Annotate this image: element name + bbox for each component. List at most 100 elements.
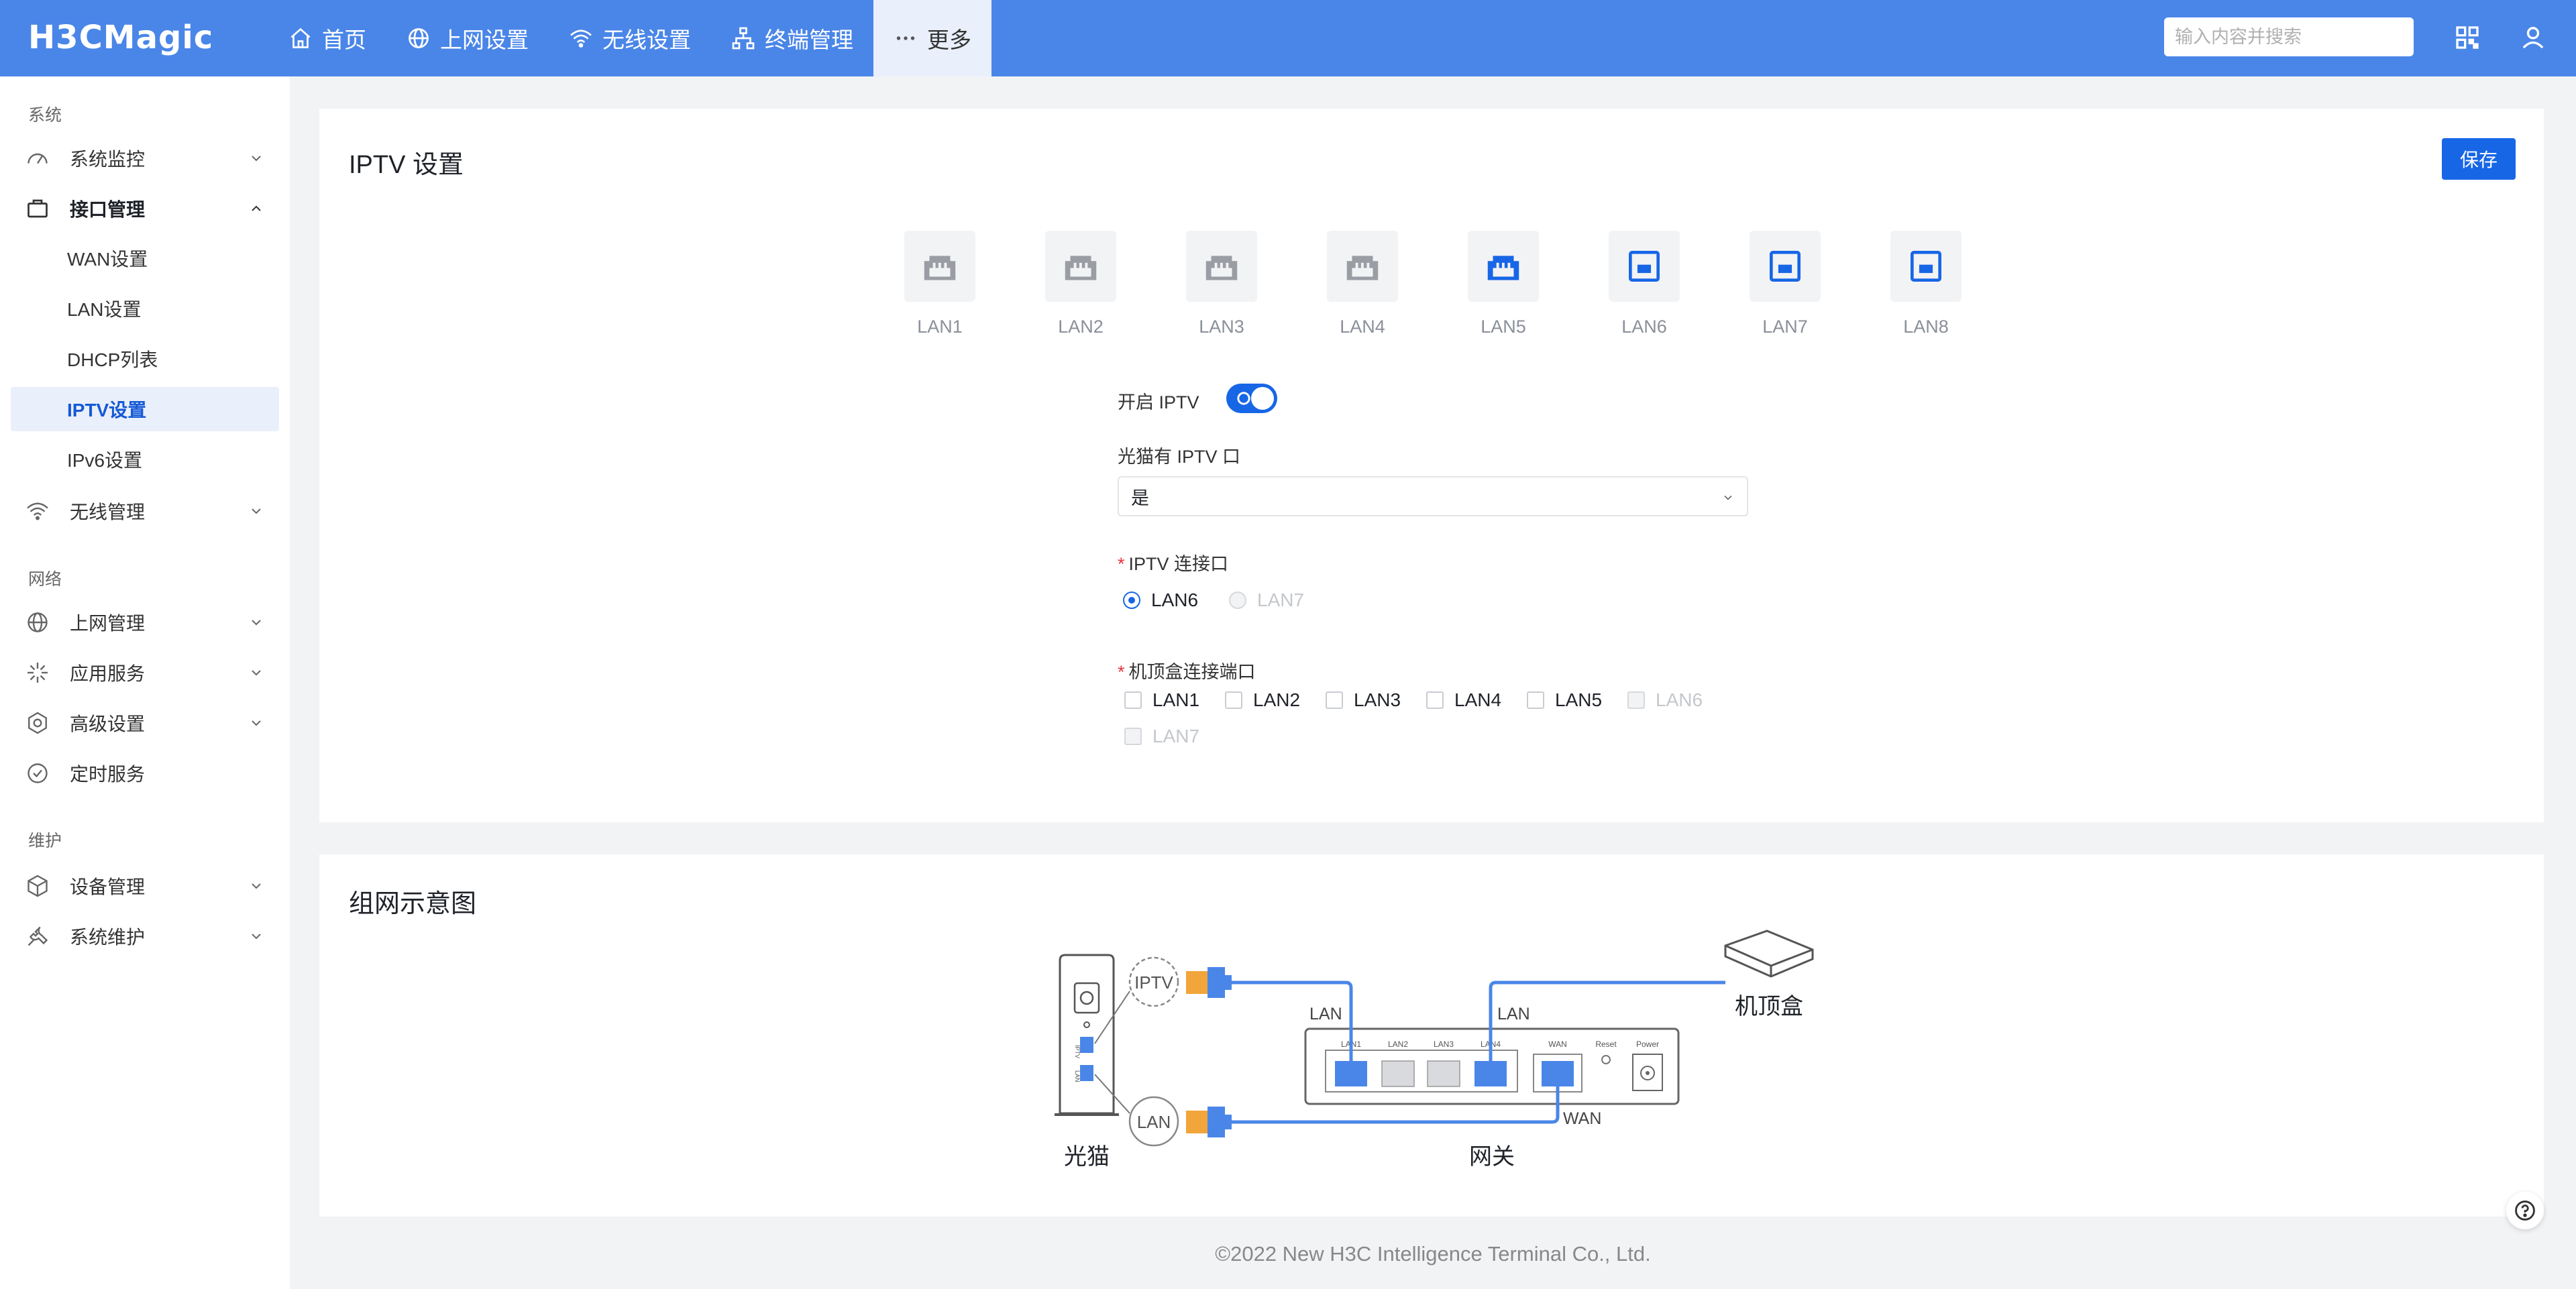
port-label: LAN3 <box>1199 317 1244 337</box>
nav-home-label: 首页 <box>322 27 366 52</box>
nav-terminal-label: 终端管理 <box>765 27 853 52</box>
sidebar-item-system-monitor[interactable]: 系统监控 <box>11 137 279 180</box>
checkbox-label: LAN1 <box>1152 689 1200 710</box>
port-label: LAN4 <box>1340 317 1385 337</box>
stb-checkbox-lan3[interactable]: LAN3 <box>1326 689 1401 711</box>
globe-icon <box>409 28 429 48</box>
nav-wireless-settings[interactable]: 无线设置 <box>549 0 711 76</box>
nav-internet-settings[interactable]: 上网设置 <box>386 0 549 76</box>
sidebar-item-lan-settings[interactable]: LAN设置 <box>11 286 279 331</box>
stb-checkbox-lan5[interactable]: LAN5 <box>1527 689 1602 711</box>
sidebar-item-dhcp-list[interactable]: DHCP列表 <box>11 337 279 381</box>
sidebar-item-label: 设备管理 <box>70 877 146 897</box>
sidebar-item-device-management[interactable]: 设备管理 <box>11 864 279 907</box>
modem-iptv-port-select[interactable]: 是 <box>1118 476 1748 516</box>
checkbox-label: LAN7 <box>1152 726 1200 746</box>
nav-more[interactable]: 更多 <box>873 0 991 76</box>
ethernet-port-icon <box>1065 256 1097 280</box>
checkbox-label: LAN6 <box>1656 689 1703 710</box>
stb-checkbox-lan6[interactable]: LAN6 <box>1627 689 1703 711</box>
stb-checkbox-lan1[interactable]: LAN1 <box>1124 689 1199 711</box>
ethernet-plug-icon <box>1186 967 1232 998</box>
home-icon <box>290 27 311 48</box>
gw-port-lan2: LAN2 <box>1388 1040 1408 1049</box>
nav-terminal-management[interactable]: 终端管理 <box>711 0 873 76</box>
more-icon <box>896 36 915 40</box>
sidebar-item-internet-management[interactable]: 上网管理 <box>11 601 279 644</box>
gateway-label: 网关 <box>1469 1144 1515 1170</box>
port-lan3[interactable]: LAN3 <box>1186 231 1257 337</box>
radio-label: LAN7 <box>1257 590 1305 610</box>
port-lan1[interactable]: LAN1 <box>904 231 975 337</box>
stb-checkbox-lan7[interactable]: LAN7 <box>1124 726 1199 747</box>
checkbox-label: LAN5 <box>1555 689 1603 710</box>
sidebar-item-label: 系统维护 <box>70 927 146 948</box>
cable-label-wan: WAN <box>1563 1109 1601 1128</box>
required-mark: * <box>1118 662 1125 682</box>
sidebar-item-system-maintenance[interactable]: 系统维护 <box>11 915 279 958</box>
sidebar: 系统 系统监控 接口管理 WAN设置 LAN设置 DHCP列表 IPTV设置 I… <box>0 76 290 1289</box>
copyright-footer: ©2022 New H3C Intelligence Terminal Co.,… <box>1215 1242 1651 1266</box>
gw-port-wan: WAN <box>1548 1040 1567 1049</box>
sidebar-group-system: 系统 <box>28 106 62 125</box>
sidebar-group-maintenance: 维护 <box>28 832 62 850</box>
globe-icon <box>25 610 50 634</box>
chevron-down-icon <box>252 670 261 676</box>
sidebar-item-scheduled-services[interactable]: 定时服务 <box>11 752 279 795</box>
enable-iptv-toggle[interactable] <box>1226 384 1277 413</box>
gw-port-reset: Reset <box>1595 1040 1617 1049</box>
sidebar-item-wan-settings[interactable]: WAN设置 <box>11 236 279 280</box>
chevron-down-icon <box>252 720 261 726</box>
iptv-port-icon <box>1629 251 1660 282</box>
help-button[interactable] <box>2506 1192 2544 1229</box>
ethernet-plug-icon <box>1186 1107 1232 1137</box>
search-input[interactable] <box>2175 26 2412 48</box>
nav-wireless-label: 无线设置 <box>602 27 691 52</box>
port-lan4[interactable]: LAN4 <box>1327 231 1398 337</box>
sidebar-item-interface-management[interactable]: 接口管理 <box>11 187 279 230</box>
port-lan5[interactable]: LAN5 <box>1468 231 1539 337</box>
chevron-down-icon <box>252 934 261 940</box>
modem-port-iptv: IPTV <box>1074 1045 1081 1058</box>
port-label: LAN6 <box>1621 317 1667 337</box>
brand-logo[interactable]: H3CMagic <box>28 19 213 56</box>
sidebar-item-advanced-settings[interactable]: 高级设置 <box>11 702 279 744</box>
sidebar-item-label: 定时服务 <box>70 764 146 785</box>
sidebar-item-app-services[interactable]: 应用服务 <box>11 651 279 694</box>
port-label: LAN8 <box>1903 317 1949 337</box>
ethernet-port-connected-icon <box>1487 256 1519 280</box>
stb-checkbox-lan4[interactable]: LAN4 <box>1426 689 1501 711</box>
port-label: LAN5 <box>1481 317 1526 337</box>
sidebar-item-iptv-settings[interactable]: IPTV设置 <box>11 387 279 431</box>
port-lan8[interactable]: LAN8 <box>1890 231 1962 337</box>
chevron-down-icon <box>1724 495 1732 500</box>
wifi-icon <box>25 499 50 523</box>
sidebar-item-ipv6-settings[interactable]: IPv6设置 <box>11 437 279 482</box>
wifi-icon <box>570 30 592 48</box>
iptv-port-icon <box>1770 251 1801 282</box>
qr-code-icon[interactable] <box>2454 24 2481 51</box>
ethernet-port-icon <box>924 256 956 280</box>
help-icon <box>2515 1200 2535 1221</box>
save-button[interactable]: 保存 <box>2442 138 2516 180</box>
sidebar-group-network: 网络 <box>28 570 62 589</box>
stb-checkbox-lan2[interactable]: LAN2 <box>1225 689 1300 711</box>
network-topology-diagram: IPTV LAN 光猫 IPTV LAN LAN1 LAN2 LAN3 LAN4… <box>1055 930 1814 1170</box>
port-lan7[interactable]: LAN7 <box>1750 231 1821 337</box>
clock-icon <box>25 761 50 785</box>
sidebar-item-wireless-management[interactable]: 无线管理 <box>11 490 279 533</box>
sidebar-item-label: 高级设置 <box>70 714 146 734</box>
iptv-connect-radio-lan6[interactable]: LAN6 <box>1123 590 1198 611</box>
topology-title: 组网示意图 <box>349 890 477 918</box>
nav-home[interactable]: 首页 <box>268 0 386 76</box>
port-label: LAN7 <box>1762 317 1808 337</box>
user-icon[interactable] <box>2520 24 2546 51</box>
port-lan2[interactable]: LAN2 <box>1045 231 1116 337</box>
iptv-connect-radio-lan7[interactable]: LAN7 <box>1229 590 1304 611</box>
radio-label: LAN6 <box>1151 590 1199 610</box>
cable-label-lan-1: LAN <box>1309 1005 1342 1023</box>
port-lan6[interactable]: LAN6 <box>1609 231 1680 337</box>
toggle-on-icon <box>1237 392 1250 405</box>
sidebar-item-label: 无线管理 <box>70 502 146 522</box>
lan-bubble-label: LAN <box>1137 1112 1171 1132</box>
